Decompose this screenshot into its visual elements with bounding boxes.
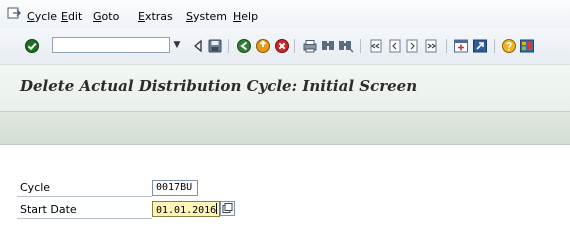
start-date-label: Start Date: [20, 203, 77, 216]
menu-goto[interactable]: Goto: [93, 10, 119, 23]
next-page-icon[interactable]: [405, 38, 421, 54]
calendar-help-icon[interactable]: [220, 201, 235, 216]
print-icon[interactable]: [302, 38, 318, 54]
last-page-icon[interactable]: [424, 38, 440, 54]
menu-extras[interactable]: Extras: [138, 10, 173, 23]
customize-layout-icon[interactable]: [519, 38, 535, 54]
find-icon[interactable]: [320, 38, 336, 54]
toolbar-separator: [294, 39, 295, 53]
form-row-divider: [17, 196, 152, 197]
cycle-field[interactable]: 0017BU: [152, 180, 198, 196]
cycle-label: Cycle: [20, 181, 51, 194]
menu-help[interactable]: Help: [233, 10, 258, 23]
form-row-divider: [17, 218, 152, 219]
menu-edit[interactable]: Edit: [61, 10, 82, 23]
toolbar-separator: [494, 39, 495, 53]
standard-toolbar: ▼: [0, 28, 570, 65]
help-icon[interactable]: [501, 38, 517, 54]
find-next-icon[interactable]: [338, 38, 354, 54]
command-field[interactable]: [52, 37, 170, 53]
first-page-icon[interactable]: [367, 38, 383, 54]
enter-icon[interactable]: [24, 38, 40, 54]
toolbar-separator: [228, 39, 229, 53]
command-dropdown-icon[interactable]: ▼: [170, 37, 184, 53]
toolbar-separator: [446, 39, 447, 53]
title-bar: Delete Actual Distribution Cycle: Initia…: [0, 64, 570, 112]
page-title: Delete Actual Distribution Cycle: Initia…: [20, 77, 418, 95]
start-date-value: 01.01.2016: [156, 205, 217, 216]
shortcut-icon[interactable]: [472, 38, 488, 54]
sap-menu-icon[interactable]: [7, 6, 21, 20]
create-session-icon[interactable]: [453, 38, 469, 54]
previous-page-icon[interactable]: [386, 38, 402, 54]
back-icon[interactable]: [190, 38, 206, 54]
text-cursor: [216, 203, 218, 214]
exit-icon[interactable]: [255, 38, 271, 54]
menu-system[interactable]: System: [186, 10, 227, 23]
application-toolbar: [0, 111, 570, 145]
cancel-icon[interactable]: [274, 38, 290, 54]
back-green-icon[interactable]: [236, 38, 252, 54]
toolbar-separator: [360, 39, 361, 53]
save-icon[interactable]: [207, 38, 223, 54]
menu-cycle[interactable]: Cycle: [27, 10, 57, 23]
start-date-field[interactable]: 01.01.2016: [152, 201, 220, 217]
menu-bar: Cycle Edit Goto Extras System Help: [0, 0, 570, 28]
